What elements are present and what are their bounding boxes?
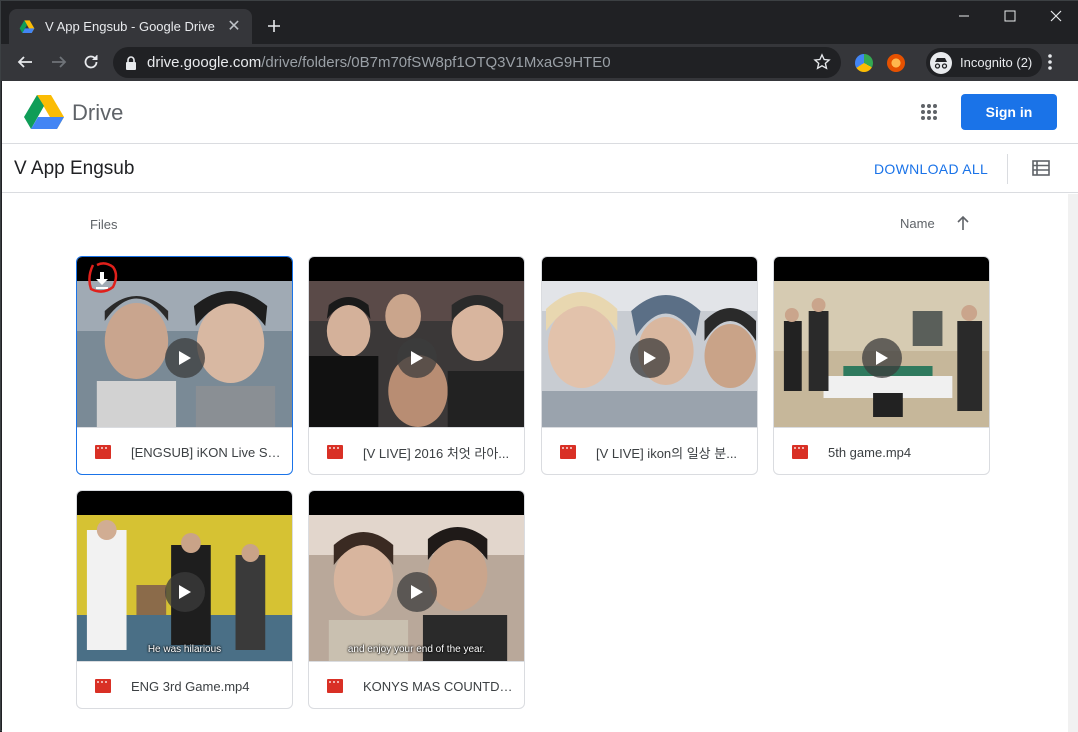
download-all-button[interactable]: DOWNLOAD ALL <box>874 161 988 177</box>
file-card[interactable]: and enjoy your end of the year. KONYS MA… <box>308 490 525 709</box>
incognito-icon <box>930 51 952 74</box>
drive-logo-text: Drive <box>72 100 124 125</box>
divider <box>1007 154 1008 184</box>
video-file-icon <box>560 445 576 459</box>
browser-window: V App Engsub - Google Drive ✕ drive.goog… <box>0 0 1078 732</box>
close-icon <box>1050 10 1062 22</box>
file-card-footer: [ENGSUB] iKON Live Sp... <box>77 427 292 474</box>
file-card-footer: [V LIVE] ikon의 일상 분... <box>542 427 757 474</box>
video-caption: and enjoy your end of the year. <box>347 644 486 655</box>
video-thumbnail: and enjoy your end of the year. <box>309 491 524 661</box>
file-name: KONYS MAS COUNTDO... <box>363 678 521 694</box>
video-thumbnail <box>77 257 292 427</box>
file-card[interactable]: [V LIVE] 2016 처엇 라아... <box>308 256 525 475</box>
browser-menu-icon[interactable] <box>1047 52 1053 72</box>
files-section-label: Files <box>90 217 118 232</box>
google-drive-favicon-icon <box>19 19 35 33</box>
sign-in-button[interactable]: Sign in <box>961 94 1057 130</box>
google-drive-logo-icon[interactable] <box>24 94 64 130</box>
video-file-icon <box>327 445 343 459</box>
folder-bar: V App Engsub DOWNLOAD ALL <box>2 144 1078 193</box>
sort-by-name-button[interactable]: Name <box>900 216 935 231</box>
plus-icon <box>268 20 280 32</box>
file-name: 5th game.mp4 <box>828 444 912 460</box>
play-icon <box>396 572 437 612</box>
file-name: [V LIVE] 2016 처엇 라아... <box>363 445 510 461</box>
file-card-footer: [V LIVE] 2016 처엇 라아... <box>309 427 524 474</box>
back-button[interactable] <box>13 50 37 74</box>
folder-title: V App Engsub <box>14 158 135 179</box>
video-thumbnail: He was hilarious <box>77 491 292 661</box>
file-card[interactable]: He was hilarious ENG 3rd Game.mp4 <box>76 490 293 709</box>
reload-icon <box>84 55 98 69</box>
close-window-button[interactable] <box>1033 1 1078 31</box>
play-icon <box>164 338 205 378</box>
minimize-button[interactable] <box>941 1 987 31</box>
video-file-icon <box>792 445 808 459</box>
maximize-button[interactable] <box>987 1 1033 31</box>
play-icon <box>861 338 902 378</box>
address-bar[interactable]: drive.google.com/drive/folders/0B7m70fSW… <box>113 47 841 78</box>
download-icon[interactable] <box>85 261 119 295</box>
tab-close-icon[interactable]: ✕ <box>226 18 242 35</box>
tab-title: V App Engsub - Google Drive <box>45 19 215 34</box>
drive-page: Drive Sign in V App Engsub DOWNLOAD ALL … <box>2 81 1078 732</box>
arrow-up-icon[interactable] <box>956 215 970 231</box>
video-file-icon <box>95 679 111 693</box>
list-view-icon[interactable] <box>1032 160 1050 176</box>
file-name: [V LIVE] ikon의 일상 분... <box>596 445 738 461</box>
incognito-button[interactable]: Incognito (2) <box>926 48 1043 77</box>
video-file-icon <box>95 445 111 459</box>
url-path: /drive/folders/0B7m70fSW8pf1OTQ3V1MxaG9H… <box>261 54 611 71</box>
tab-strip: V App Engsub - Google Drive ✕ <box>1 1 1078 44</box>
maximize-icon <box>1004 10 1016 22</box>
lock-icon <box>126 55 136 70</box>
video-thumbnail <box>774 257 989 427</box>
file-name: ENG 3rd Game.mp4 <box>131 678 250 694</box>
video-thumbnail <box>542 257 757 427</box>
arrow-right-icon <box>52 56 67 68</box>
arrow-left-icon <box>17 56 32 68</box>
video-thumbnail <box>309 257 524 427</box>
browser-tab[interactable]: V App Engsub - Google Drive ✕ <box>9 9 252 44</box>
drive-header: Drive Sign in <box>2 81 1078 144</box>
play-icon <box>396 338 437 378</box>
minimize-icon <box>959 15 969 17</box>
file-card[interactable]: [V LIVE] ikon의 일상 분... <box>541 256 758 475</box>
scrollbar[interactable] <box>1068 194 1078 732</box>
browser-toolbar: drive.google.com/drive/folders/0B7m70fSW… <box>1 44 1078 81</box>
video-file-icon <box>327 679 343 693</box>
file-card[interactable]: [ENGSUB] iKON Live Sp... <box>76 256 293 475</box>
file-name: [ENGSUB] iKON Live Sp... <box>131 444 286 460</box>
extension-fox-icon[interactable] <box>887 54 905 72</box>
file-card[interactable]: 5th game.mp4 <box>773 256 990 475</box>
file-area: Files Name [ENGSUB] iKON Live Sp... [V L… <box>2 194 1078 732</box>
reload-button[interactable] <box>79 50 103 74</box>
play-icon <box>164 572 205 612</box>
video-caption: He was hilarious <box>147 644 222 655</box>
incognito-label: Incognito (2) <box>960 55 1033 70</box>
file-card-footer: 5th game.mp4 <box>774 427 989 474</box>
forward-button[interactable] <box>47 50 71 74</box>
extension-icon[interactable] <box>855 54 873 72</box>
url-host: drive.google.com <box>147 54 262 71</box>
bookmark-star-icon[interactable] <box>813 53 831 71</box>
play-icon <box>629 338 670 378</box>
new-tab-button[interactable] <box>263 15 285 37</box>
google-apps-icon[interactable] <box>920 103 938 121</box>
file-card-footer: ENG 3rd Game.mp4 <box>77 661 292 708</box>
file-card-footer: KONYS MAS COUNTDO... <box>309 661 524 708</box>
